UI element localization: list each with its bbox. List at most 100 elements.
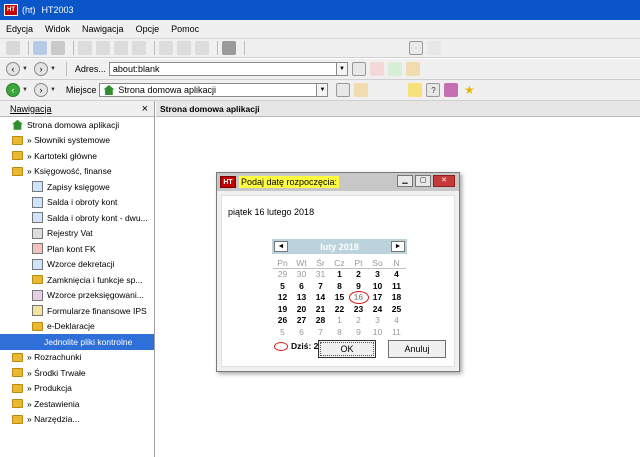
calendar-day[interactable]: 10 (368, 327, 387, 339)
tree-item-rozrachunki[interactable]: » Rozrachunki (0, 350, 154, 366)
calendar-month[interactable]: luty 2018 (320, 242, 359, 252)
back-dropdown-icon[interactable]: ▼ (22, 66, 28, 72)
properties-icon[interactable] (222, 41, 236, 55)
calendar-day[interactable]: 28 (311, 315, 330, 327)
menu-nawigacja[interactable]: Nawigacja (82, 24, 124, 34)
address-input[interactable]: about:blank (108, 62, 337, 76)
calendar-day[interactable]: 3 (368, 315, 387, 327)
tree-item-kartoteki[interactable]: » Kartoteki główne (0, 148, 154, 164)
user-icon[interactable] (51, 41, 65, 55)
ok-button[interactable]: OK (318, 340, 376, 358)
place-dropdown-icon[interactable]: ▼ (316, 83, 329, 97)
cut-icon[interactable] (78, 41, 92, 55)
home-icon[interactable] (405, 62, 420, 76)
new-icon[interactable] (6, 41, 20, 55)
calendar-day[interactable]: 14 (311, 292, 330, 304)
tree-item-zamkniecia[interactable]: Zamknięcia i funkcje sp... (0, 272, 154, 288)
calendar-day[interactable]: 17 (368, 292, 387, 304)
calendar-day[interactable]: 13 (292, 292, 311, 304)
favorites-star-icon[interactable]: ★ (462, 83, 476, 97)
calendar-day[interactable]: 15 (330, 292, 349, 304)
close-panel-icon[interactable]: × (142, 103, 148, 115)
calendar-day[interactable]: 26 (273, 315, 292, 327)
tree-item-plan-kont[interactable]: Plan kont FK (0, 241, 154, 257)
filter-icon[interactable] (195, 41, 209, 55)
address-dropdown-icon[interactable]: ▼ (335, 62, 348, 76)
back-button[interactable]: ‹ (6, 62, 20, 76)
forward-button[interactable]: › (33, 62, 48, 76)
calendar-day[interactable]: 11 (387, 327, 406, 339)
paste-icon[interactable] (114, 41, 128, 55)
next-month-button[interactable]: ► (391, 241, 405, 252)
menu-edycja[interactable]: Edycja (6, 24, 33, 34)
tree-item-jpk[interactable]: Jednolite pliki kontrolne (0, 334, 154, 350)
calendar-day[interactable]: 12 (273, 292, 292, 304)
nav-back-button[interactable]: ‹ (6, 83, 20, 97)
calendar-day[interactable]: 22 (330, 304, 349, 316)
calendar-day[interactable]: 7 (311, 281, 330, 293)
copy-icon[interactable] (96, 41, 110, 55)
calendar-day[interactable]: 23 (349, 304, 368, 316)
delete-icon[interactable] (132, 41, 146, 55)
tree-item-salda[interactable]: Salda i obroty kont (0, 195, 154, 211)
calendar-day[interactable]: 18 (387, 292, 406, 304)
stop-icon[interactable] (369, 62, 384, 76)
calendar-day[interactable]: 31 (311, 269, 330, 281)
calendar-day[interactable]: 3 (368, 269, 387, 281)
sort-desc-icon[interactable] (177, 41, 191, 55)
calendar-day[interactable]: 7 (311, 327, 330, 339)
tree-item-formularze[interactable]: Formularze finansowe IPS (0, 303, 154, 319)
sync-tree-icon[interactable] (336, 83, 351, 97)
calendar-day[interactable]: 9 (349, 327, 368, 339)
place-select[interactable]: Strona domowa aplikacji (99, 83, 318, 97)
tree-item-zestawienia[interactable]: » Zestawienia (0, 396, 154, 412)
calendar-day[interactable]: 6 (292, 281, 311, 293)
calendar-day[interactable]: 2 (349, 269, 368, 281)
wizard-icon[interactable] (408, 83, 423, 97)
calendar-day[interactable]: 4 (387, 315, 406, 327)
forward-dropdown-icon[interactable]: ▼ (50, 66, 56, 72)
nav-forward-dropdown-icon[interactable]: ▼ (50, 87, 56, 93)
tree-item-salda-dwu[interactable]: Salda i obroty kont - dwu... (0, 210, 154, 226)
home-page-icon[interactable] (354, 83, 369, 97)
help-icon[interactable]: ? (426, 83, 441, 97)
calendar-day[interactable]: 10 (368, 281, 387, 293)
calendar-day[interactable]: 8 (330, 281, 349, 293)
open-icon[interactable] (33, 41, 47, 55)
calendar-day[interactable]: 29 (273, 269, 292, 281)
calendar-day[interactable]: 19 (273, 304, 292, 316)
close-button[interactable]: ✕ (433, 175, 455, 187)
tree-item-srodki-trwale[interactable]: » Środki Trwałe (0, 365, 154, 381)
books-icon[interactable] (444, 83, 459, 97)
tree-item-wzorce-dekretacji[interactable]: Wzorce dekretacji (0, 257, 154, 273)
calendar-day[interactable]: 2 (349, 315, 368, 327)
calendar-day[interactable]: 30 (292, 269, 311, 281)
tree-item-narzedzia[interactable]: » Narzędzia... (0, 412, 154, 428)
calendar-day[interactable]: 1 (330, 315, 349, 327)
panel-icon[interactable] (427, 41, 441, 55)
refresh-icon[interactable] (387, 62, 402, 76)
tree-item-slowniki[interactable]: » Słowniki systemowe (0, 133, 154, 149)
tree-item-home[interactable]: Strona domowa aplikacji (0, 117, 154, 133)
calendar-day[interactable]: 24 (368, 304, 387, 316)
nav-forward-button[interactable]: › (33, 83, 48, 97)
calendar-day-today[interactable]: 16 (349, 291, 369, 304)
tree-item-produkcja[interactable]: » Produkcja (0, 381, 154, 397)
tree-item-zapisy[interactable]: Zapisy księgowe (0, 179, 154, 195)
calendar-day[interactable]: 6 (292, 327, 311, 339)
menu-widok[interactable]: Widok (45, 24, 70, 34)
tree-item-e-deklaracje[interactable]: e-Deklaracje (0, 319, 154, 335)
calendar-day[interactable]: 11 (387, 281, 406, 293)
calendar-day[interactable]: 25 (387, 304, 406, 316)
calendar-day[interactable]: 21 (311, 304, 330, 316)
menu-pomoc[interactable]: Pomoc (171, 24, 199, 34)
sort-asc-icon[interactable] (159, 41, 173, 55)
calendar-day[interactable]: 5 (273, 281, 292, 293)
tree-item-rejestry-vat[interactable]: Rejestry Vat (0, 226, 154, 242)
cancel-button[interactable]: Anuluj (388, 340, 446, 358)
prev-month-button[interactable]: ◄ (274, 241, 288, 252)
tree-icon[interactable] (409, 41, 423, 55)
calendar-day[interactable]: 27 (292, 315, 311, 327)
calendar-day[interactable]: 4 (387, 269, 406, 281)
tree-item-ksiegowosc[interactable]: » Księgowość, finanse (0, 164, 154, 180)
